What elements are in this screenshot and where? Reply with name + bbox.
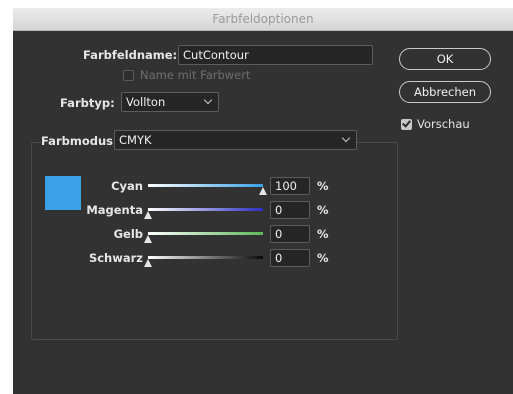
chevron-down-icon: [203, 95, 213, 105]
color-type-select[interactable]: Vollton: [121, 92, 219, 112]
color-type-value: Vollton: [126, 95, 166, 109]
color-mode-label: Farbmodus:: [41, 134, 121, 148]
color-mode-select[interactable]: CMYK: [114, 130, 357, 150]
channel-value-cyan[interactable]: 100: [270, 177, 310, 195]
slider-thumb-icon[interactable]: [144, 211, 152, 219]
channel-slider-gelb[interactable]: [148, 232, 263, 235]
swatch-name-input[interactable]: CutContour: [178, 45, 373, 65]
channel-label-magenta: Magenta: [86, 203, 143, 217]
percent-unit-label: %: [317, 179, 329, 193]
percent-unit-label: %: [317, 227, 329, 241]
channel-value-gelb[interactable]: 0: [270, 225, 310, 243]
chevron-down-icon: [341, 133, 351, 143]
channel-label-gelb: Gelb: [113, 227, 143, 241]
name-with-value-checkbox[interactable]: [123, 70, 134, 81]
channel-value-schwarz[interactable]: 0: [270, 249, 310, 267]
channel-label-schwarz: Schwarz: [88, 251, 143, 265]
swatch-name-label: Farbfeldname:: [83, 48, 178, 62]
color-mode-value: CMYK: [119, 133, 152, 147]
channel-slider-cyan[interactable]: [148, 184, 263, 187]
name-with-value-label: Name mit Farbwert: [140, 68, 251, 82]
channel-slider-magenta[interactable]: [148, 208, 263, 211]
percent-unit-label: %: [317, 203, 329, 217]
preview-checkbox[interactable]: [401, 119, 412, 130]
color-type-label: Farbtyp:: [60, 96, 115, 110]
percent-unit-label: %: [317, 251, 329, 265]
preview-label: Vorschau: [417, 117, 470, 131]
swatch-options-dialog: Farbfeldoptionen Farbfeldname: CutContou…: [13, 8, 513, 394]
channel-slider-schwarz[interactable]: [148, 256, 263, 259]
ok-button[interactable]: OK: [399, 48, 491, 70]
color-mode-panel: [31, 142, 398, 340]
dialog-title: Farbfeldoptionen: [13, 8, 513, 31]
channel-value-magenta[interactable]: 0: [270, 201, 310, 219]
slider-thumb-icon[interactable]: [259, 187, 267, 195]
channel-label-cyan: Cyan: [111, 179, 143, 193]
cancel-button[interactable]: Abbrechen: [399, 81, 491, 103]
slider-thumb-icon[interactable]: [144, 235, 152, 243]
slider-thumb-icon[interactable]: [144, 259, 152, 267]
